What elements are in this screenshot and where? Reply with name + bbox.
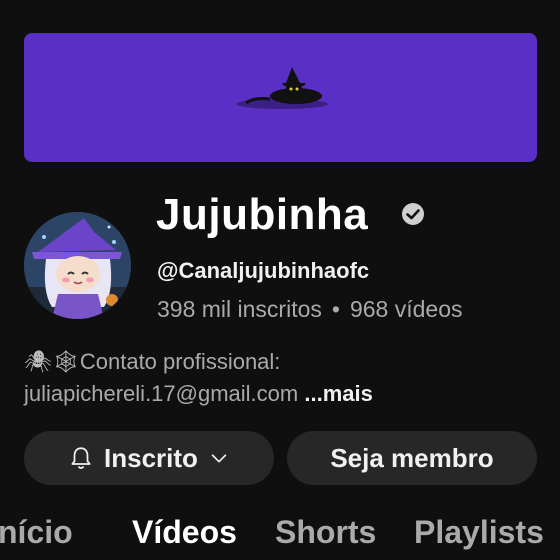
channel-banner [24,33,537,162]
tab-shorts[interactable]: Shorts [275,514,376,551]
channel-description[interactable]: 🕷🕸Contato profissional: juliapichereli.1… [24,346,544,410]
bell-icon [71,447,91,469]
more-link[interactable]: ...mais [304,381,372,406]
tab-home[interactable]: nício [0,514,73,551]
join-member-label: Seja membro [330,442,494,473]
channel-avatar[interactable] [24,212,131,319]
channel-handle: @Canaljujubinhaofc [157,258,370,283]
subscribed-button[interactable]: Inscrito [24,431,274,485]
join-member-button[interactable]: Seja membro [287,431,537,485]
avatar-witch-icon [24,212,131,319]
subscribed-label: Inscrito [104,442,198,473]
witch-cat-icon [236,67,328,109]
spider-icon: 🕷🕸 [24,349,80,374]
description-email: juliapichereli.17@gmail.com [24,381,299,406]
verified-icon [402,203,424,225]
chevron-down-icon [211,454,227,463]
description-line-1: Contato profissional: [79,349,281,374]
video-count: 968 vídeos [349,296,463,322]
stats-separator: • [331,296,340,322]
tab-videos[interactable]: Vídeos [132,514,237,551]
channel-stats: 398 mil inscritos • 968 vídeos [157,296,462,323]
channel-name: Jujubinha [156,190,369,239]
tab-playlists[interactable]: Playlists [414,514,544,551]
channel-tabs: nício Vídeos Shorts Playlists [0,512,560,560]
subscriber-count: 398 mil inscritos [157,296,322,322]
